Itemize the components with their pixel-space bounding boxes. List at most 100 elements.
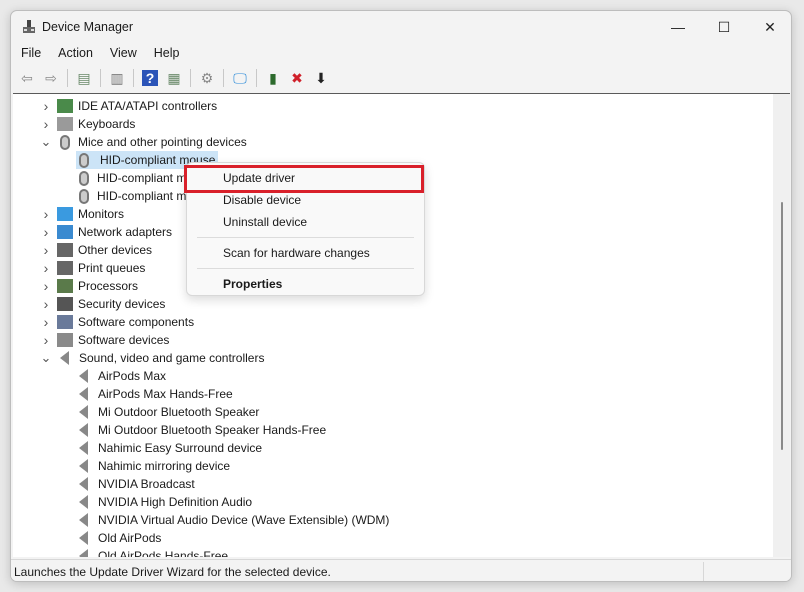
uninstall-button[interactable]: ✖ <box>287 68 307 88</box>
mouse-icon <box>79 188 89 204</box>
properties-button[interactable]: ▥ <box>107 68 127 88</box>
action-pane-button[interactable]: ▦ <box>164 68 184 88</box>
tree-item-label: Processors <box>78 279 139 293</box>
forward-button[interactable]: ⇨ <box>41 68 61 88</box>
tree-item-label: Software components <box>78 315 195 329</box>
tree-item[interactable]: Mi Outdoor Bluetooth Speaker Hands-Free <box>76 421 326 439</box>
chevron-right-icon[interactable]: › <box>40 332 52 348</box>
menu-action[interactable]: Action <box>48 43 100 65</box>
tree-item-label: AirPods Max Hands-Free <box>98 387 233 401</box>
maximize-button[interactable]: ☐ <box>701 11 747 43</box>
window-title: Device Manager <box>42 20 134 34</box>
tree-item-label: IDE ATA/ATAPI controllers <box>78 99 218 113</box>
ide-controller-icon <box>57 99 73 113</box>
tree-item[interactable]: ⌄ Mice and other pointing devices <box>41 133 247 151</box>
tree-item[interactable]: ⌄ Sound, video and game controllers <box>41 349 264 367</box>
speaker-icon <box>79 441 88 455</box>
speaker-icon <box>79 549 88 557</box>
speaker-icon <box>79 531 88 545</box>
tree-item[interactable]: AirPods Max Hands-Free <box>76 385 233 403</box>
speaker-icon <box>79 477 88 491</box>
status-bar: Launches the Update Driver Wizard for th… <box>11 559 791 581</box>
tree-item-label: Keyboards <box>78 117 136 131</box>
tree-item[interactable]: › Keyboards <box>44 115 136 133</box>
enable-device-button[interactable]: ▮ <box>263 68 283 88</box>
tree-item-label: Security devices <box>78 297 166 311</box>
tree-item[interactable]: › Software devices <box>44 331 170 349</box>
scrollbar-thumb[interactable] <box>781 202 783 450</box>
tree-item[interactable]: NVIDIA Broadcast <box>76 475 195 493</box>
uninstall-icon: ✖ <box>291 69 303 86</box>
scan-hardware-button[interactable]: 🖵 <box>230 68 250 88</box>
network-icon <box>57 225 73 239</box>
tree-item[interactable]: › IDE ATA/ATAPI controllers <box>44 97 218 115</box>
tree-item[interactable]: › Other devices <box>44 241 152 259</box>
tree-item[interactable]: › Security devices <box>44 295 166 313</box>
chevron-right-icon[interactable]: › <box>40 116 52 132</box>
chevron-right-icon[interactable]: › <box>40 206 52 222</box>
tree-item[interactable]: › Print queues <box>44 259 146 277</box>
tree-item[interactable]: Old AirPods <box>76 529 161 547</box>
tree-item-label: Print queues <box>78 261 146 275</box>
status-divider <box>703 562 704 581</box>
printer-icon <box>57 261 73 275</box>
menu-file[interactable]: File <box>11 43 48 65</box>
tree-item[interactable]: › Network adapters <box>44 223 172 241</box>
menu-item-scan-hardware[interactable]: Scan for hardware changes <box>187 242 424 264</box>
disable-device-button[interactable]: ⬇ <box>311 68 331 88</box>
chevron-right-icon[interactable]: › <box>40 242 52 258</box>
tree-item[interactable]: › Processors <box>44 277 139 295</box>
speaker-icon <box>79 459 88 473</box>
chevron-right-icon[interactable]: › <box>40 98 52 114</box>
tree-item[interactable]: › Software components <box>44 313 195 331</box>
close-button[interactable]: ✕ <box>747 11 791 43</box>
menu-item-disable-device[interactable]: Disable device <box>187 189 424 211</box>
chevron-right-icon[interactable]: › <box>40 260 52 276</box>
tree-item[interactable]: AirPods Max <box>76 367 166 385</box>
tree-item-label: AirPods Max <box>98 369 167 383</box>
tree-item[interactable]: Nahimic mirroring device <box>76 457 230 475</box>
mouse-icon <box>79 170 89 186</box>
menu-item-update-driver[interactable]: Update driver <box>184 165 424 193</box>
menu-item-properties[interactable]: Properties <box>187 273 424 295</box>
title-bar: Device Manager — ☐ ✕ <box>11 11 791 43</box>
tree-item-label: Nahimic mirroring device <box>98 459 231 473</box>
show-hide-console-tree-button[interactable]: ▤ <box>74 68 94 88</box>
menu-bar: File Action View Help <box>11 43 187 65</box>
tree-item-label: NVIDIA Broadcast <box>98 477 195 491</box>
action-pane-icon: ▦ <box>167 69 181 86</box>
speaker-icon <box>79 513 88 527</box>
tree-item-label: NVIDIA High Definition Audio <box>98 495 253 509</box>
minimize-button[interactable]: — <box>655 11 701 43</box>
menu-view[interactable]: View <box>100 43 144 65</box>
chevron-right-icon[interactable]: › <box>40 296 52 312</box>
chevron-down-icon[interactable]: ⌄ <box>40 350 52 366</box>
update-driver-button[interactable]: ⚙ <box>197 68 217 88</box>
tree-item[interactable]: NVIDIA High Definition Audio <box>76 493 252 511</box>
security-device-icon <box>57 297 73 311</box>
tree-item-label: Mice and other pointing devices <box>78 135 247 149</box>
processor-icon <box>57 279 73 293</box>
chevron-down-icon[interactable]: ⌄ <box>40 134 52 150</box>
back-button[interactable]: ⇦ <box>17 68 37 88</box>
speaker-icon <box>79 423 88 437</box>
disable-device-icon: ⬇ <box>315 69 327 86</box>
chevron-right-icon[interactable]: › <box>40 278 52 294</box>
help-icon: ? <box>141 70 159 86</box>
vertical-scrollbar[interactable] <box>773 94 790 557</box>
scan-hardware-icon: 🖵 <box>233 69 247 86</box>
chevron-right-icon[interactable]: › <box>40 314 52 330</box>
chevron-right-icon[interactable]: › <box>40 224 52 240</box>
tree-item[interactable]: › Monitors <box>44 205 124 223</box>
update-driver-icon: ⚙ <box>200 69 214 86</box>
speaker-icon <box>60 351 69 365</box>
speaker-icon <box>79 369 88 383</box>
help-button[interactable]: ? <box>140 68 160 88</box>
tree-item[interactable]: Mi Outdoor Bluetooth Speaker <box>76 403 259 421</box>
menu-item-uninstall-device[interactable]: Uninstall device <box>187 211 424 233</box>
tree-item-label: Mi Outdoor Bluetooth Speaker <box>98 405 260 419</box>
menu-help[interactable]: Help <box>144 43 187 65</box>
tree-item[interactable]: Old AirPods Hands-Free <box>76 547 228 557</box>
tree-item[interactable]: Nahimic Easy Surround device <box>76 439 262 457</box>
tree-item[interactable]: NVIDIA Virtual Audio Device (Wave Extens… <box>76 511 389 529</box>
